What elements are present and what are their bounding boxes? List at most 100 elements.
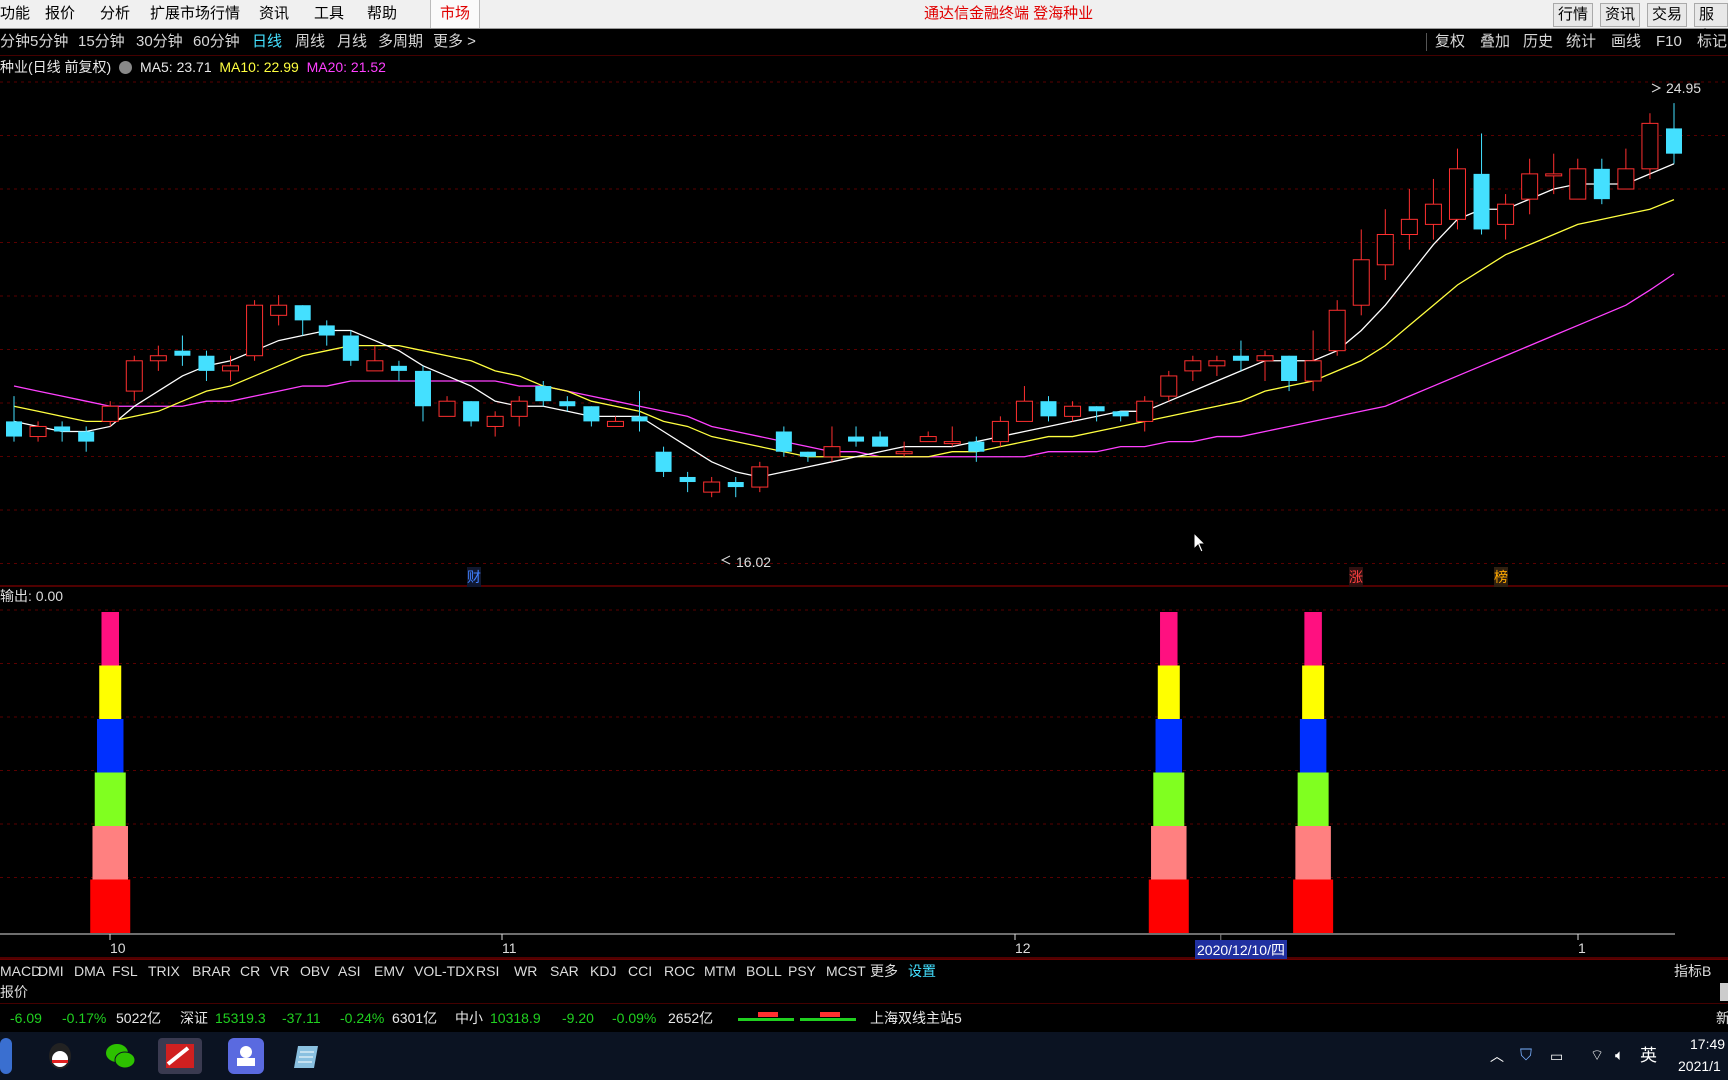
indicator-tab-macd[interactable]: MACD — [0, 960, 41, 982]
high-price-label: 24.95 — [1666, 80, 1702, 96]
finance-marker[interactable]: 财 — [467, 567, 481, 587]
signal-bar-segment — [1299, 719, 1327, 773]
battery-icon[interactable]: ▭ — [1550, 1032, 1563, 1080]
zx-name[interactable]: 中小 — [455, 1004, 483, 1032]
indicator-tab-boll[interactable]: BOLL — [746, 960, 782, 982]
sh-amount: 5022亿 — [116, 1010, 162, 1026]
signal-bar-segment — [99, 665, 122, 719]
signal-bar-segment — [1148, 879, 1189, 933]
quote-line: 报价 — [0, 982, 1728, 1004]
mouse-cursor-icon — [1193, 532, 1207, 553]
indicator-tab-voltdx[interactable]: VOL-TDX — [414, 960, 475, 982]
candle-body — [655, 451, 672, 472]
indicator-tab-mcst[interactable]: MCST — [826, 960, 866, 982]
indicator-tab-emv[interactable]: EMV — [374, 960, 404, 982]
zx-value: 10318.9 — [490, 1010, 541, 1026]
candle-body — [125, 360, 143, 392]
candle-body — [775, 431, 792, 452]
indicator-tab-roc[interactable]: ROC — [664, 960, 695, 982]
indicator-b-tab[interactable]: 指标B — [1674, 960, 1711, 982]
tdx-app-icon[interactable] — [158, 1038, 202, 1074]
candle-body — [727, 482, 744, 488]
candle-body — [54, 426, 71, 432]
indicator-tab-fsl[interactable]: FSL — [112, 960, 138, 982]
indicator-tab--23[interactable]: 设置 — [908, 960, 936, 982]
ranking-marker[interactable]: 榜 — [1494, 567, 1508, 587]
messenger-icon[interactable] — [228, 1038, 264, 1074]
indicator-tab-trix[interactable]: TRIX — [148, 960, 180, 982]
indicator-tab-rsi[interactable]: RSI — [476, 960, 499, 982]
candle-body — [1232, 355, 1249, 361]
tray-expand-icon[interactable]: ︿ — [1490, 1032, 1504, 1080]
candle-body — [1304, 360, 1322, 382]
candle-body — [1666, 128, 1682, 154]
candle-body — [1521, 173, 1539, 200]
wechat-icon[interactable] — [102, 1038, 138, 1074]
low-arrow-icon — [720, 555, 731, 565]
indicator-tab-wr[interactable]: WR — [514, 960, 537, 982]
sz-name[interactable]: 深证 — [180, 1004, 208, 1032]
candle-body — [848, 436, 865, 442]
candle-body — [1400, 218, 1418, 235]
indicator-tab-dma[interactable]: DMA — [74, 960, 105, 982]
rise-marker[interactable]: 涨 — [1349, 567, 1363, 587]
candle-body — [1160, 375, 1178, 397]
candle-body — [823, 446, 841, 458]
candle-body — [1473, 173, 1490, 230]
sz-amount: 6301亿 — [392, 1010, 438, 1026]
candle-body — [463, 401, 480, 422]
signal-bar-segment — [96, 719, 124, 773]
clock-date[interactable]: 2021/1 — [1678, 1058, 1721, 1074]
candle-body — [390, 365, 407, 371]
candle-body — [1184, 360, 1202, 372]
x-label-oct: 10 — [110, 940, 126, 956]
indicator-tab-cci[interactable]: CCI — [628, 960, 652, 982]
candle-body — [149, 355, 167, 362]
indicator-tab-dmi[interactable]: DMI — [38, 960, 64, 982]
candle-body — [270, 304, 288, 316]
indicator-tab--22[interactable]: 更多 — [870, 960, 898, 982]
indicator-tab-mtm[interactable]: MTM — [704, 960, 736, 982]
signal-bar-segment — [1302, 665, 1325, 719]
scroll-handle[interactable] — [1720, 983, 1728, 1001]
candle-body — [799, 451, 816, 457]
breadth-bars-icon — [738, 1012, 858, 1024]
quote-label[interactable]: 报价 — [0, 982, 28, 1003]
indicator-tab-vr[interactable]: VR — [270, 960, 289, 982]
speaker-icon[interactable]: 🔈︎ — [1615, 1032, 1624, 1080]
signal-bar-segment — [1155, 719, 1183, 773]
candle-body — [246, 304, 264, 357]
high-arrow-icon — [1651, 83, 1662, 93]
candle-body — [78, 431, 95, 442]
candle-body — [631, 416, 648, 422]
status-right-char: 新 — [1716, 1010, 1728, 1026]
qq-icon[interactable] — [42, 1038, 78, 1074]
signal-bar-segment — [1153, 772, 1185, 826]
indicator-tab-psy[interactable]: PSY — [788, 960, 816, 982]
indicator-tab-brar[interactable]: BRAR — [192, 960, 231, 982]
start-icon[interactable] — [0, 1038, 12, 1074]
indicator-tab-kdj[interactable]: KDJ — [590, 960, 616, 982]
sh-change: -6.09 — [10, 1010, 42, 1026]
candle-body — [919, 436, 937, 443]
candle-body — [606, 420, 624, 427]
indicator-tab-asi[interactable]: ASI — [338, 960, 361, 982]
candle-body — [1497, 203, 1515, 225]
candle-body — [1593, 168, 1610, 200]
candle-body — [29, 425, 47, 438]
wifi-icon[interactable]: ⌔ — [1590, 1032, 1604, 1080]
shield-icon[interactable]: ⛉ — [1520, 1032, 1532, 1080]
candle-body — [222, 365, 240, 372]
notepad-icon[interactable] — [290, 1038, 326, 1074]
indicator-tab-cr[interactable]: CR — [240, 960, 260, 982]
indicator-tab-obv[interactable]: OBV — [300, 960, 330, 982]
candle-body — [1328, 309, 1346, 352]
server-name[interactable]: 上海双线主站5 — [870, 1004, 962, 1032]
clock-time[interactable]: 17:49 — [1690, 1036, 1725, 1052]
sz-value: 15319.3 — [215, 1010, 266, 1026]
ime-indicator[interactable]: 英 — [1640, 1032, 1657, 1080]
candle-body — [1545, 173, 1563, 177]
kline-chart[interactable] — [0, 0, 1728, 1000]
signal-bar-segment — [94, 772, 126, 826]
indicator-tab-sar[interactable]: SAR — [550, 960, 579, 982]
